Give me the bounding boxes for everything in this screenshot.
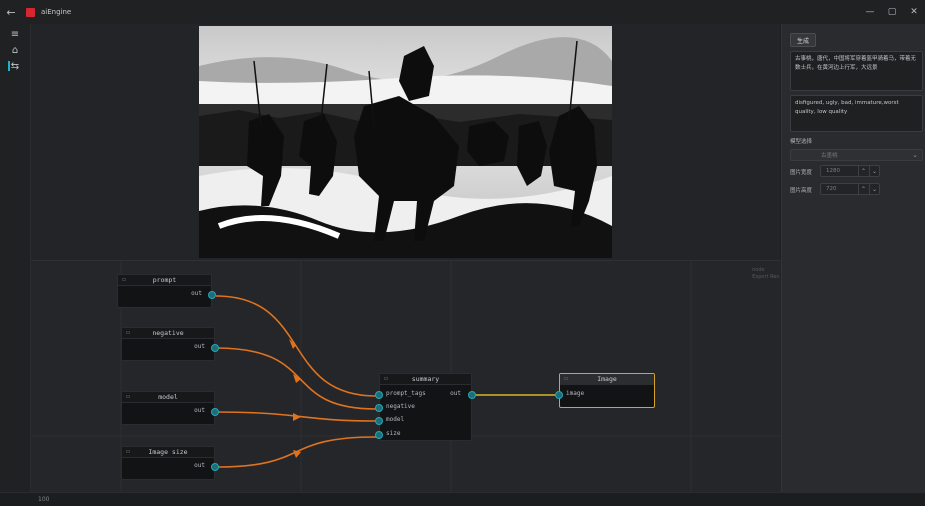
- height-label: 图片高度: [790, 188, 813, 194]
- node-header[interactable]: ▫ Image: [560, 374, 654, 385]
- node-image[interactable]: ▫ Image image: [555, 373, 655, 408]
- maximize-icon[interactable]: ▢: [881, 0, 903, 24]
- ink-painting-image: [199, 26, 612, 258]
- flow-icon[interactable]: ⇆: [0, 58, 30, 74]
- port-label-out: out: [194, 462, 205, 469]
- port-in-negative[interactable]: [375, 404, 383, 412]
- port-out[interactable]: [211, 344, 219, 352]
- collapse-icon[interactable]: ▫: [126, 329, 130, 336]
- collapse-icon[interactable]: ▫: [126, 448, 130, 455]
- port-label-negative: negative: [386, 403, 415, 410]
- collapse-icon[interactable]: ▫: [126, 393, 130, 400]
- node-title: Image: [597, 375, 617, 383]
- window-controls: — ▢ ✕: [859, 0, 925, 24]
- active-indicator: [8, 61, 10, 71]
- port-in-prompt[interactable]: [375, 391, 383, 399]
- node-header[interactable]: ▫ model: [122, 392, 214, 403]
- port-in-model[interactable]: [375, 417, 383, 425]
- port-out[interactable]: [468, 391, 476, 399]
- app-logo: [26, 7, 35, 17]
- height-input[interactable]: 720 ⌃ ⌄: [820, 183, 880, 195]
- port-label-size: size: [386, 430, 401, 437]
- width-increment-icon[interactable]: ⌃: [858, 166, 868, 176]
- minimize-icon[interactable]: —: [859, 0, 881, 24]
- node-title: negative: [152, 329, 184, 337]
- menu-icon[interactable]: ≡: [0, 26, 30, 42]
- port-label-out: out: [194, 343, 205, 350]
- back-arrow-icon[interactable]: ←: [0, 0, 22, 24]
- height-increment-icon[interactable]: ⌃: [858, 184, 868, 194]
- port-in-size[interactable]: [375, 431, 383, 439]
- collapse-icon[interactable]: ▫: [122, 276, 126, 283]
- width-decrement-icon[interactable]: ⌄: [869, 166, 879, 176]
- model-select-value: 古墨桃: [821, 153, 838, 159]
- collapse-icon[interactable]: ▫: [384, 375, 388, 382]
- status-text: 100: [38, 496, 50, 503]
- port-label-model: model: [386, 416, 405, 423]
- node-header[interactable]: ▫ negative: [122, 328, 214, 339]
- negative-prompt-textarea[interactable]: disfigured, ugly, bad, immature,worst qu…: [790, 95, 923, 132]
- generate-button[interactable]: 生成: [790, 33, 817, 47]
- main-area: node Export Res ▫ prompt out ▫ negative …: [30, 24, 781, 493]
- port-label-out: out: [450, 390, 461, 397]
- node-header[interactable]: ▫ summary: [380, 374, 471, 385]
- node-header[interactable]: ▫ prompt: [118, 275, 211, 286]
- port-label-out: out: [191, 290, 202, 297]
- flow-icon-glyph: ⇆: [10, 60, 20, 72]
- home-icon[interactable]: ⌂: [0, 42, 30, 58]
- node-image-size[interactable]: ▫ Image size out: [121, 446, 219, 480]
- node-negative[interactable]: ▫ negative out: [121, 327, 219, 361]
- width-label: 图片宽度: [790, 170, 813, 176]
- settings-panel: 生成 古事桃，唐代，中国将军穿着盔甲骑着马，带着无数士兵，在黄河边上行军，大远景…: [781, 24, 925, 492]
- port-out[interactable]: [208, 291, 216, 299]
- node-header[interactable]: ▫ Image size: [122, 447, 214, 458]
- chevron-down-icon: ⌄: [912, 151, 918, 159]
- close-icon[interactable]: ✕: [903, 0, 925, 24]
- prompt-textarea[interactable]: 古事桃，唐代，中国将军穿着盔甲骑着马，带着无数士兵，在黄河边上行军，大远景: [790, 51, 923, 91]
- node-prompt[interactable]: ▫ prompt out: [117, 274, 216, 308]
- generated-image-preview: [199, 26, 612, 258]
- height-value: 720: [826, 186, 837, 192]
- model-select[interactable]: 古墨桃 ⌄: [790, 149, 923, 161]
- wire-arrow-model: [293, 413, 301, 421]
- port-in-image[interactable]: [555, 391, 563, 399]
- port-label-image: image: [566, 390, 585, 397]
- node-title: summary: [411, 375, 440, 383]
- port-label-out: out: [194, 407, 205, 414]
- width-input[interactable]: 1280 ⌃ ⌄: [820, 165, 880, 177]
- node-model[interactable]: ▫ model out: [121, 391, 219, 425]
- port-label-prompt: prompt_tags: [386, 390, 426, 397]
- node-title: prompt: [152, 276, 177, 284]
- port-out[interactable]: [211, 408, 219, 416]
- node-summary[interactable]: ▫ summary prompt_tags negative model siz…: [375, 373, 476, 441]
- collapse-icon[interactable]: ▫: [564, 375, 568, 382]
- title-bar: ← aiEngine — ▢ ✕: [0, 0, 925, 24]
- port-out[interactable]: [211, 463, 219, 471]
- height-decrement-icon[interactable]: ⌄: [869, 184, 879, 194]
- width-value: 1280: [826, 168, 840, 174]
- node-title: model: [158, 393, 178, 401]
- node-title: Image size: [148, 448, 188, 456]
- node-canvas[interactable]: node Export Res ▫ prompt out ▫ negative …: [31, 260, 781, 493]
- app-title: aiEngine: [41, 8, 72, 16]
- wire-arrow-size: [293, 450, 301, 458]
- status-bar: 100: [0, 492, 925, 506]
- side-rail: ≡ ⌂ ⇆: [0, 24, 30, 492]
- model-label: 模型选择: [790, 139, 813, 145]
